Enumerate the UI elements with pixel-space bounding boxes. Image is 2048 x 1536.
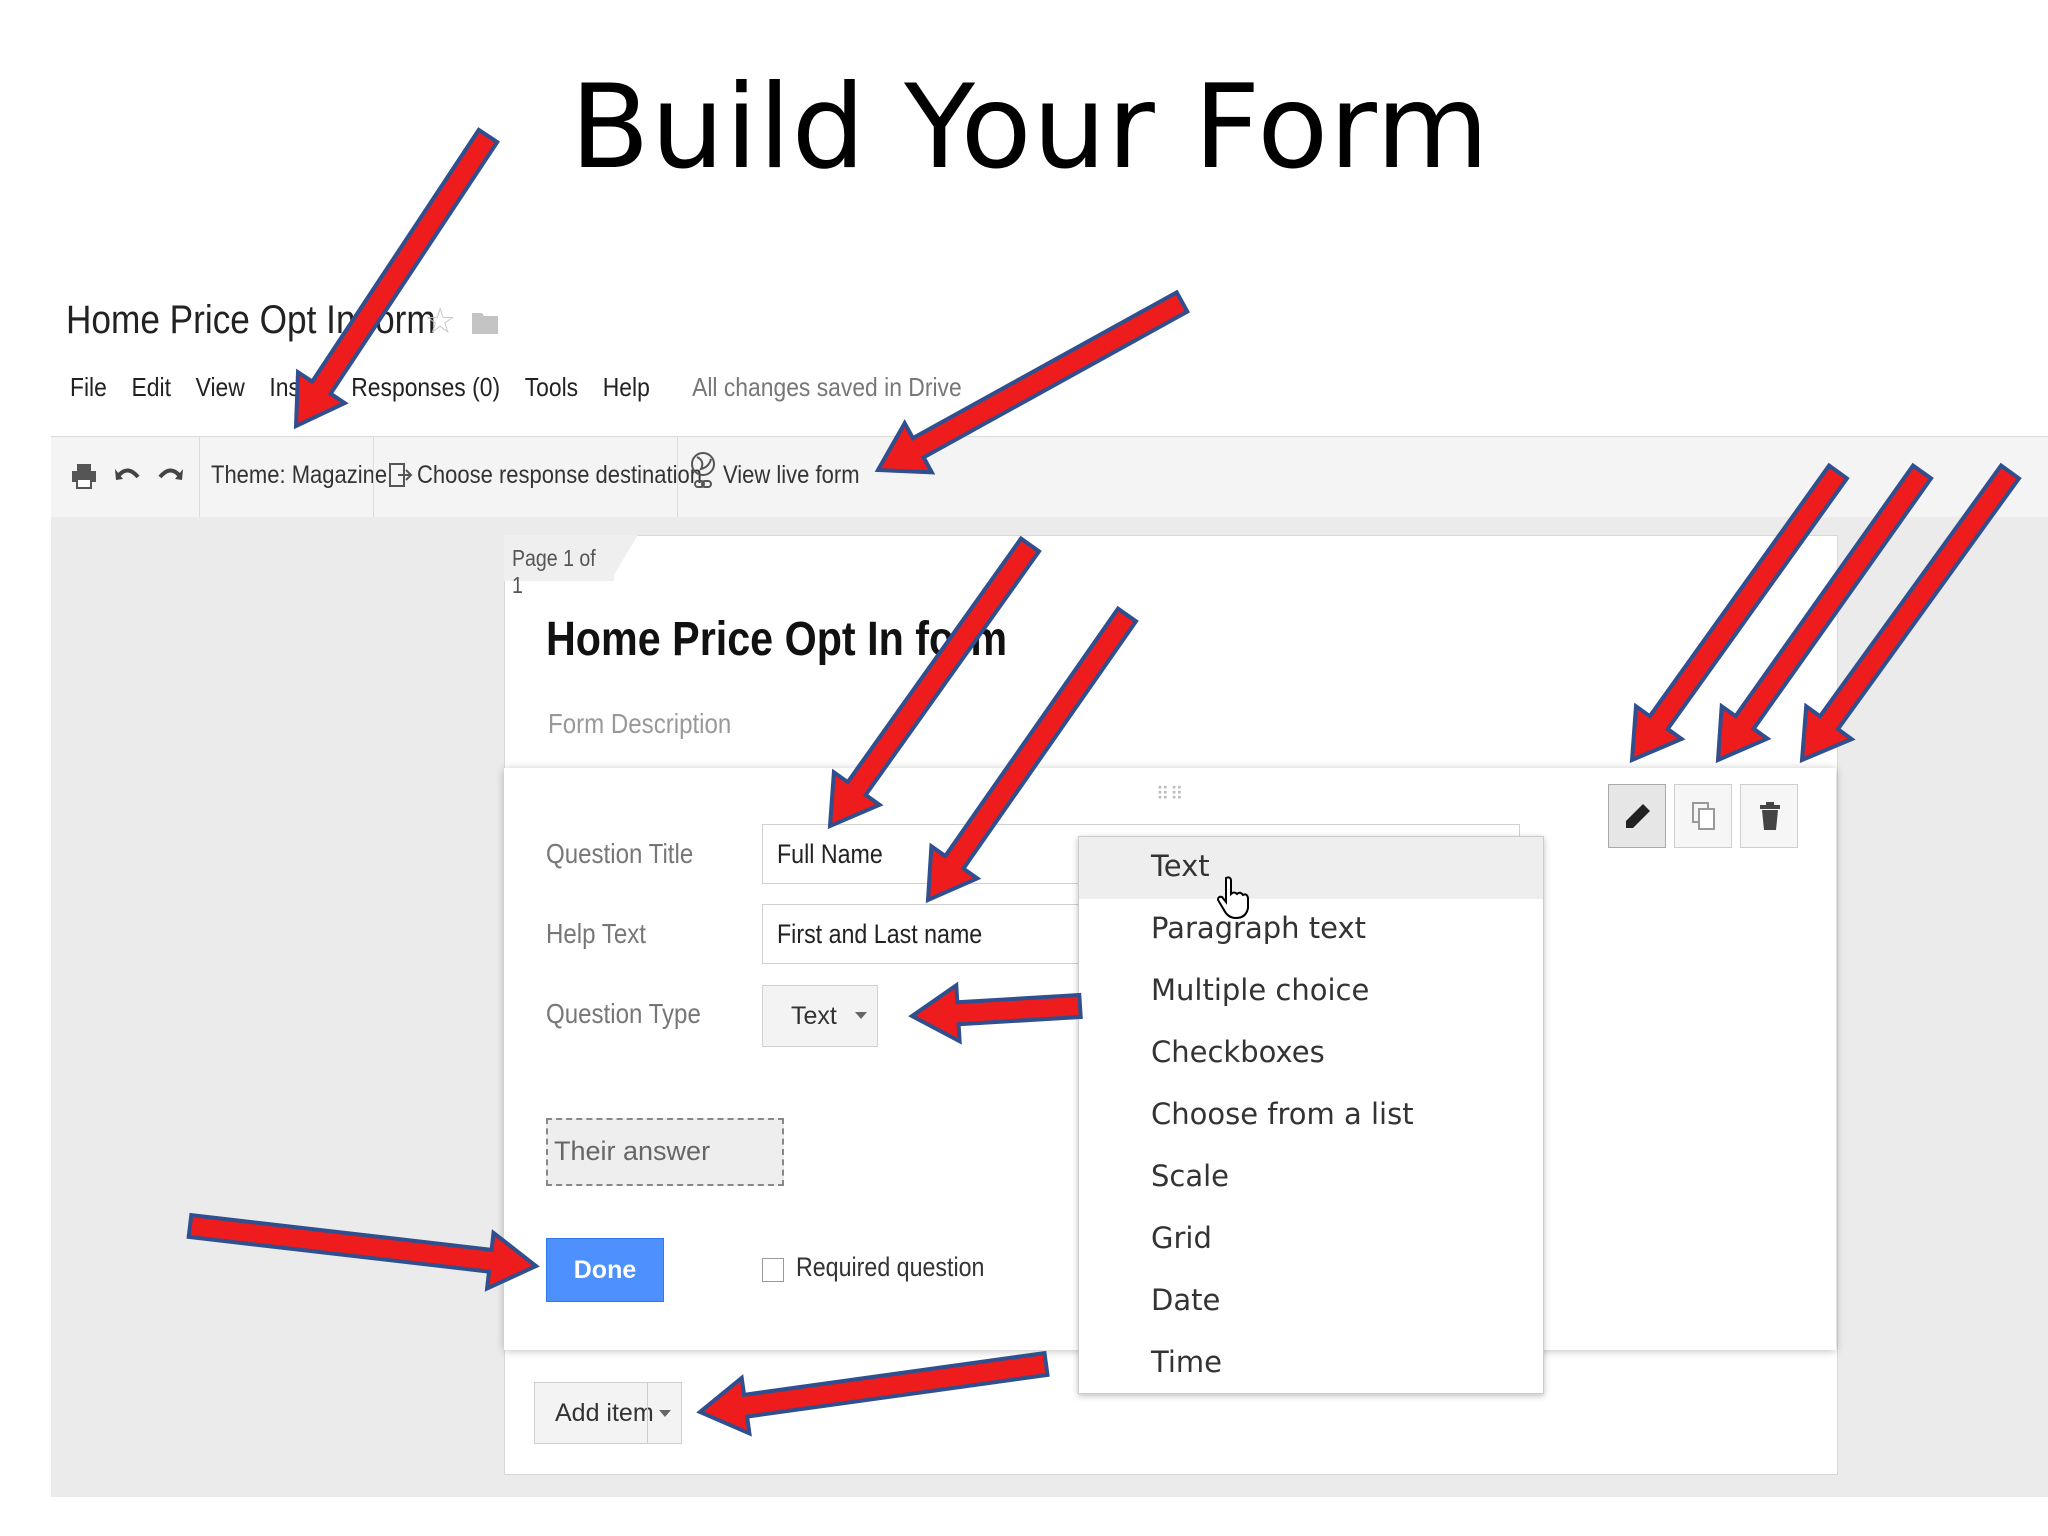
response-destination-icon[interactable] — [385, 461, 415, 491]
menu-responses[interactable]: Responses (0) — [351, 372, 500, 403]
folder-icon[interactable] — [472, 310, 498, 334]
add-item-label: Add item — [555, 1399, 654, 1427]
redo-icon[interactable] — [155, 461, 185, 491]
help-text-input[interactable]: First and Last name — [762, 904, 1102, 964]
document-title[interactable]: Home Price Opt In form — [66, 298, 436, 343]
menu-bar: File Edit View Insert Responses (0) Tool… — [70, 372, 986, 403]
done-button[interactable]: Done — [546, 1238, 664, 1302]
page-tab[interactable]: Page 1 of 1 — [504, 535, 614, 598]
caret-down-icon — [855, 1012, 867, 1019]
dropdown-option-date[interactable]: Date — [1079, 1271, 1543, 1333]
required-checkbox[interactable] — [762, 1258, 784, 1282]
menu-insert[interactable]: Insert — [269, 372, 326, 403]
star-icon[interactable]: ☆ — [424, 300, 456, 342]
dropdown-option-grid[interactable]: Grid — [1079, 1209, 1543, 1271]
duplicate-icon — [1692, 802, 1715, 830]
question-type-select[interactable]: Text — [762, 985, 878, 1047]
dropdown-option-time[interactable]: Time — [1079, 1333, 1543, 1395]
help-text-value: First and Last name — [777, 919, 983, 949]
question-type-dropdown: Text Paragraph text Multiple choice Chec… — [1078, 836, 1544, 1394]
question-type-label: Question Type — [546, 998, 701, 1029]
dropdown-option-scale[interactable]: Scale — [1079, 1147, 1543, 1209]
dropdown-option-choose-from-list[interactable]: Choose from a list — [1079, 1085, 1543, 1147]
caret-down-icon[interactable] — [659, 1410, 671, 1417]
form-description[interactable]: Form Description — [548, 708, 731, 740]
view-live-form-button[interactable]: View live form — [723, 461, 860, 490]
hand-cursor-icon — [1216, 876, 1252, 925]
question-title-value: Full Name — [777, 839, 883, 869]
page-label: Page 1 of 1 — [512, 545, 596, 598]
dropdown-option-checkboxes[interactable]: Checkboxes — [1079, 1023, 1543, 1085]
add-item-divider — [647, 1383, 648, 1443]
question-title-label: Question Title — [546, 838, 694, 869]
dropdown-option-text[interactable]: Text — [1079, 837, 1543, 899]
save-status: All changes saved in Drive — [692, 372, 962, 402]
menu-help[interactable]: Help — [603, 372, 650, 403]
toolbar: Theme: Magazine Choose response destinat… — [51, 436, 2048, 518]
menu-file[interactable]: File — [70, 372, 107, 403]
drag-handle-icon[interactable]: ⠿⠿ — [1156, 784, 1184, 805]
page-tab-corner — [610, 535, 638, 581]
choose-response-destination-button[interactable]: Choose response destination — [417, 461, 702, 490]
add-item-button[interactable]: Add item — [534, 1382, 682, 1444]
help-text-label: Help Text — [546, 918, 646, 949]
menu-edit[interactable]: Edit — [132, 372, 171, 403]
theme-button[interactable]: Theme: Magazine — [211, 461, 387, 490]
form-title[interactable]: Home Price Opt In form — [546, 612, 1007, 667]
answer-preview: Their answer — [546, 1118, 784, 1186]
pencil-icon — [1626, 804, 1650, 828]
print-icon[interactable] — [69, 461, 99, 491]
dropdown-option-paragraph-text[interactable]: Paragraph text — [1079, 899, 1543, 961]
slide-title: Build Your Form — [570, 60, 1490, 195]
edit-question-button[interactable] — [1608, 784, 1666, 848]
menu-view[interactable]: View — [196, 372, 245, 403]
trash-icon — [1760, 802, 1780, 830]
live-form-globe-icon[interactable] — [689, 451, 719, 488]
question-type-value: Text — [791, 1002, 837, 1030]
menu-tools[interactable]: Tools — [525, 372, 578, 403]
delete-question-button[interactable] — [1740, 784, 1798, 848]
required-question-label[interactable]: Required question — [796, 1252, 984, 1283]
dropdown-option-multiple-choice[interactable]: Multiple choice — [1079, 961, 1543, 1023]
undo-icon[interactable] — [113, 461, 143, 491]
duplicate-question-button[interactable] — [1674, 784, 1732, 848]
